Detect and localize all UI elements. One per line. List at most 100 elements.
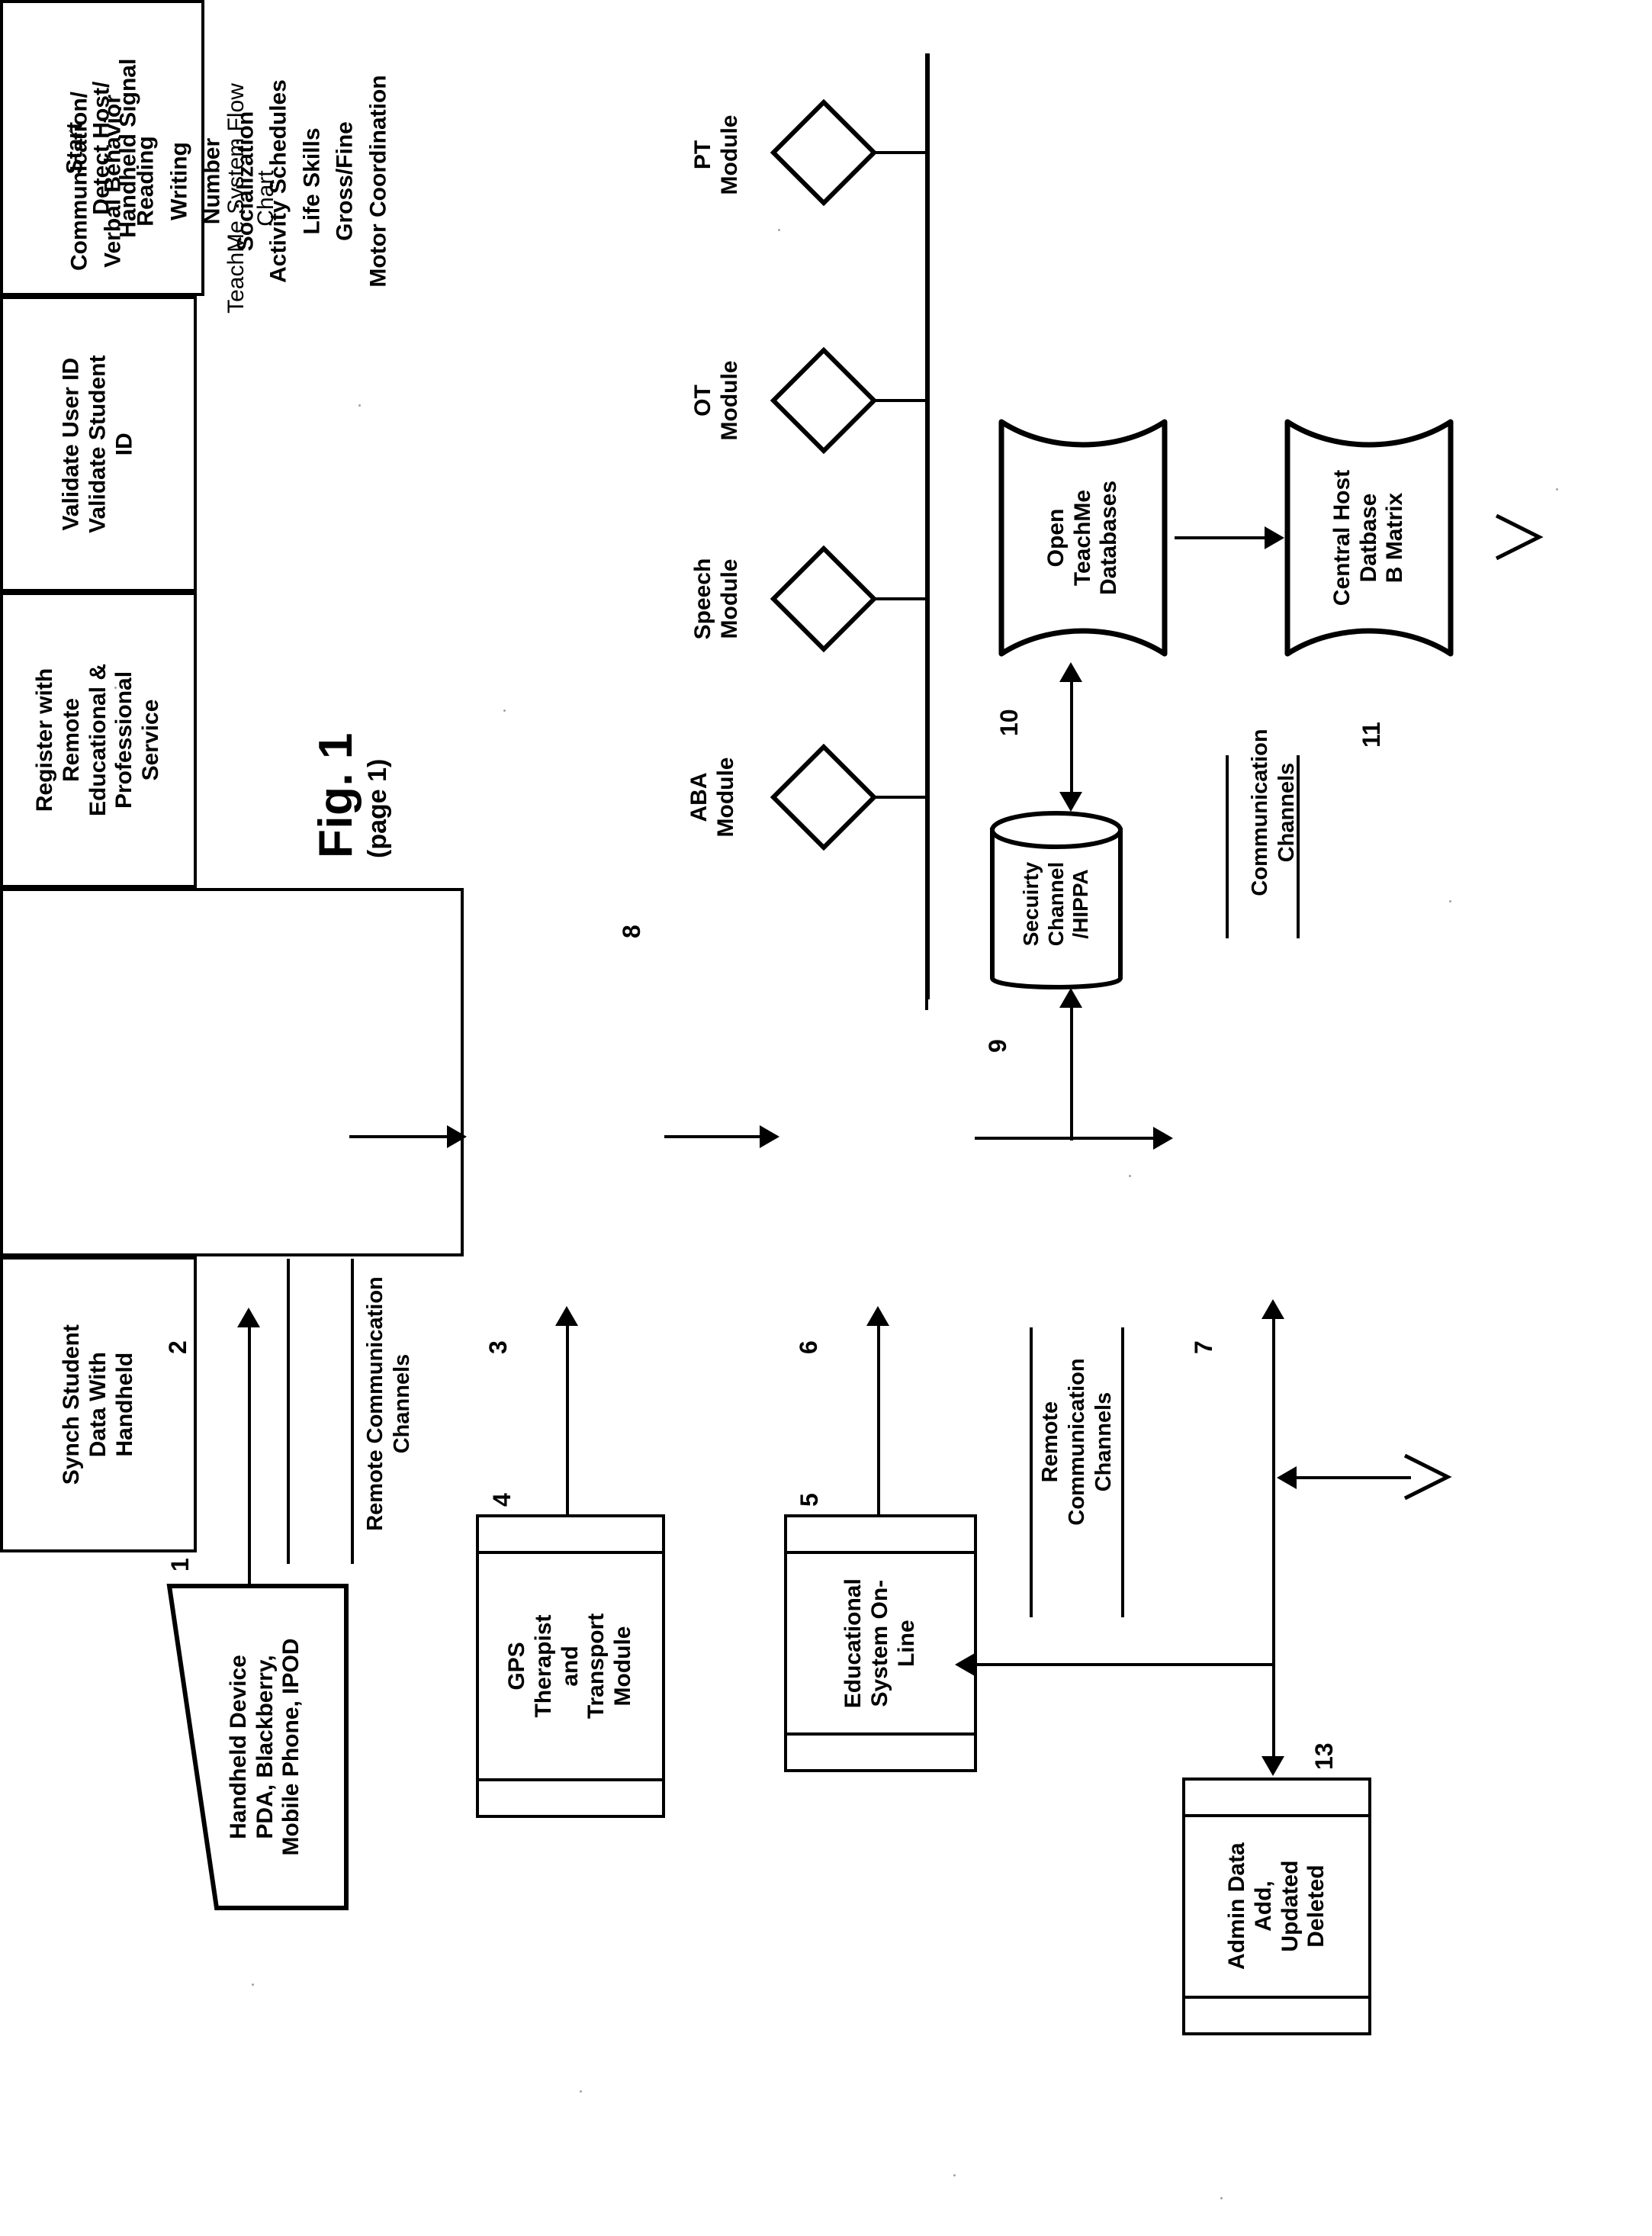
security-channel-label: Secuirty Channel /HIPPA [1019, 861, 1093, 947]
terminator-handheld-device: Handheld Device PDA, Blackberry, Mobile … [166, 1583, 349, 1911]
process-register-remote-label: Register with Remote Educational & Profe… [32, 663, 164, 817]
module-label-speech-line1: Speech [690, 558, 715, 640]
arrowhead-synch-to-edu-online [955, 1653, 975, 1676]
list-item: Motor Coordination [365, 75, 391, 288]
process-educational-online-label: Educational System On- Line [840, 1578, 919, 1709]
process-gps-module-label: GPS Therapist and Transport Module [504, 1613, 636, 1720]
data-store-central-host: Central Host Datbase B Matrix [1281, 416, 1457, 660]
flow-edu-to-register [877, 1320, 880, 1517]
flow-open-db-to-central-host [1175, 536, 1266, 539]
module-label-speech-line2: Module [716, 558, 742, 639]
flow-synch-return-stub [1272, 1449, 1275, 1453]
annotation-rule-right-2 [1297, 755, 1300, 938]
flow-handheld-to-start [248, 1324, 251, 1587]
module-diamond-speech [770, 545, 878, 653]
arrowhead-security-to-open-db-up [1059, 662, 1082, 682]
list-item: Gross/Fine [332, 121, 358, 241]
process-admin-data: Admin Data Add, Updated Deleted [1182, 1778, 1371, 2035]
flow-offpage-stub [1297, 1476, 1411, 1479]
ref-number-3: 3 [484, 1340, 512, 1354]
flow-register-to-module-bus [925, 984, 928, 1010]
ref-number-6: 6 [795, 1340, 822, 1354]
module-label-aba-line1: ABA [686, 772, 712, 822]
offpage-arrow-right [1495, 511, 1564, 571]
flow-validate-to-register [664, 1135, 762, 1138]
arrowhead-handheld-to-start [237, 1308, 260, 1327]
module-diamond-pt [770, 98, 878, 207]
offpage-arrow-bottom [1403, 1451, 1472, 1511]
module-connector-ot [874, 399, 927, 402]
ref-number-2: 2 [164, 1340, 191, 1354]
arrowhead-validate-to-register [760, 1125, 779, 1148]
annotation-rule-mid-1 [1030, 1327, 1033, 1617]
data-store-open-databases: Open TeachMe Databases [995, 416, 1171, 660]
data-store-open-databases-label: Open TeachMe Databases [1043, 480, 1122, 596]
module-label-pt-line1: PT [690, 140, 715, 170]
flow-gps-to-validate [566, 1320, 569, 1517]
list-item: Communication/ [66, 92, 92, 272]
flow-synch-to-edu-online [975, 1663, 1274, 1666]
flow-synch-to-admin [1272, 1314, 1275, 1771]
ref-number-9: 9 [984, 1039, 1011, 1053]
figure-number-label: Fig. 1 [310, 732, 362, 858]
list-item: Number [199, 137, 225, 225]
arrowhead-admin-to-synch [1261, 1299, 1284, 1319]
annotation-communication-channels: Communication Channels [1248, 729, 1299, 896]
module-diamond-ot [770, 346, 878, 455]
list-item: Activity Schedules [265, 79, 291, 283]
process-register-remote: Register with Remote Educational & Profe… [0, 592, 197, 888]
ref-number-8: 8 [618, 925, 645, 938]
flow-start-to-validate [349, 1135, 448, 1138]
ref-number-4: 4 [488, 1493, 516, 1507]
module-label-ot-line1: OT [690, 384, 715, 417]
flow-register-to-security [1070, 999, 1073, 1121]
annotation-rule-left-1 [351, 1259, 354, 1564]
list-item: Socialization [233, 111, 258, 252]
terminator-handheld-device-label: Handheld Device PDA, Blackberry, Mobile … [225, 1638, 304, 1856]
annotation-rule-right-1 [1226, 755, 1229, 938]
arrowhead-edu-to-register [866, 1306, 889, 1326]
module-connector-speech [874, 597, 927, 600]
list-item: Reading [133, 136, 159, 227]
process-synch-student-label: Synch Student Data With Handheld [58, 1324, 137, 1485]
module-label-pt: PT Module [690, 90, 759, 220]
arrowhead-security-to-open-db-down [1059, 792, 1082, 812]
ref-number-1: 1 [166, 1558, 194, 1572]
ref-number-11: 11 [1358, 722, 1385, 748]
arrowhead-register-to-security [1059, 988, 1082, 1008]
arrowhead-start-to-validate [447, 1125, 467, 1148]
figure-page-label: (page 1) [363, 758, 392, 858]
process-admin-data-label: Admin Data Add, Updated Deleted [1223, 1842, 1329, 1971]
arrowhead-offpage-left [1277, 1466, 1297, 1489]
module-label-aba-line2: Module [712, 757, 738, 838]
ref-number-10: 10 [995, 709, 1023, 736]
ref-number-7: 7 [1190, 1340, 1217, 1354]
arrowhead-open-db-to-central-host [1265, 526, 1284, 549]
list-item: Life Skills [299, 127, 324, 235]
flow-security-to-open-db [1070, 675, 1073, 797]
annotation-remote-comm-top: Remote Communication Channels [363, 1276, 414, 1531]
list-item: Writing [166, 142, 191, 220]
process-gps-module: GPS Therapist and Transport Module [476, 1514, 665, 1818]
figure-number: Fig. 1 (page 1) [309, 507, 423, 858]
module-connector-aba [874, 796, 927, 799]
arrowhead-register-to-synch [1153, 1127, 1173, 1150]
patent-figure-sheet: TeachMe System Flow Chart Fig. 1 (page 1… [0, 0, 1652, 2236]
ref-number-13: 13 [1310, 1742, 1338, 1770]
module-label-speech: Speech Module [690, 530, 759, 668]
arrowhead-gps-to-validate [555, 1306, 578, 1326]
process-synch-student: Synch Student Data With Handheld [0, 1256, 197, 1552]
process-educational-online: Educational System On- Line [784, 1514, 977, 1772]
module-connector-pt [874, 151, 927, 154]
flow-synch-down-to-return [1272, 1663, 1275, 1666]
list-box-skill-domains-label: Communication/ Verbal Behavior Reading W… [48, 0, 410, 410]
module-label-ot: OT Module [690, 336, 759, 465]
security-channel-cylinder: Secuirty Channel /HIPPA [988, 809, 1125, 999]
list-item: Verbal Behavior [100, 95, 125, 268]
annotation-remote-comm-mid: Remote Communication Channels [1038, 1358, 1116, 1526]
annotation-rule-left-2 [287, 1259, 290, 1564]
module-diamond-aba [770, 743, 878, 851]
module-bus-line [925, 53, 930, 999]
flow-register-to-synch [975, 1137, 1158, 1140]
module-label-pt-line2: Module [716, 114, 742, 195]
